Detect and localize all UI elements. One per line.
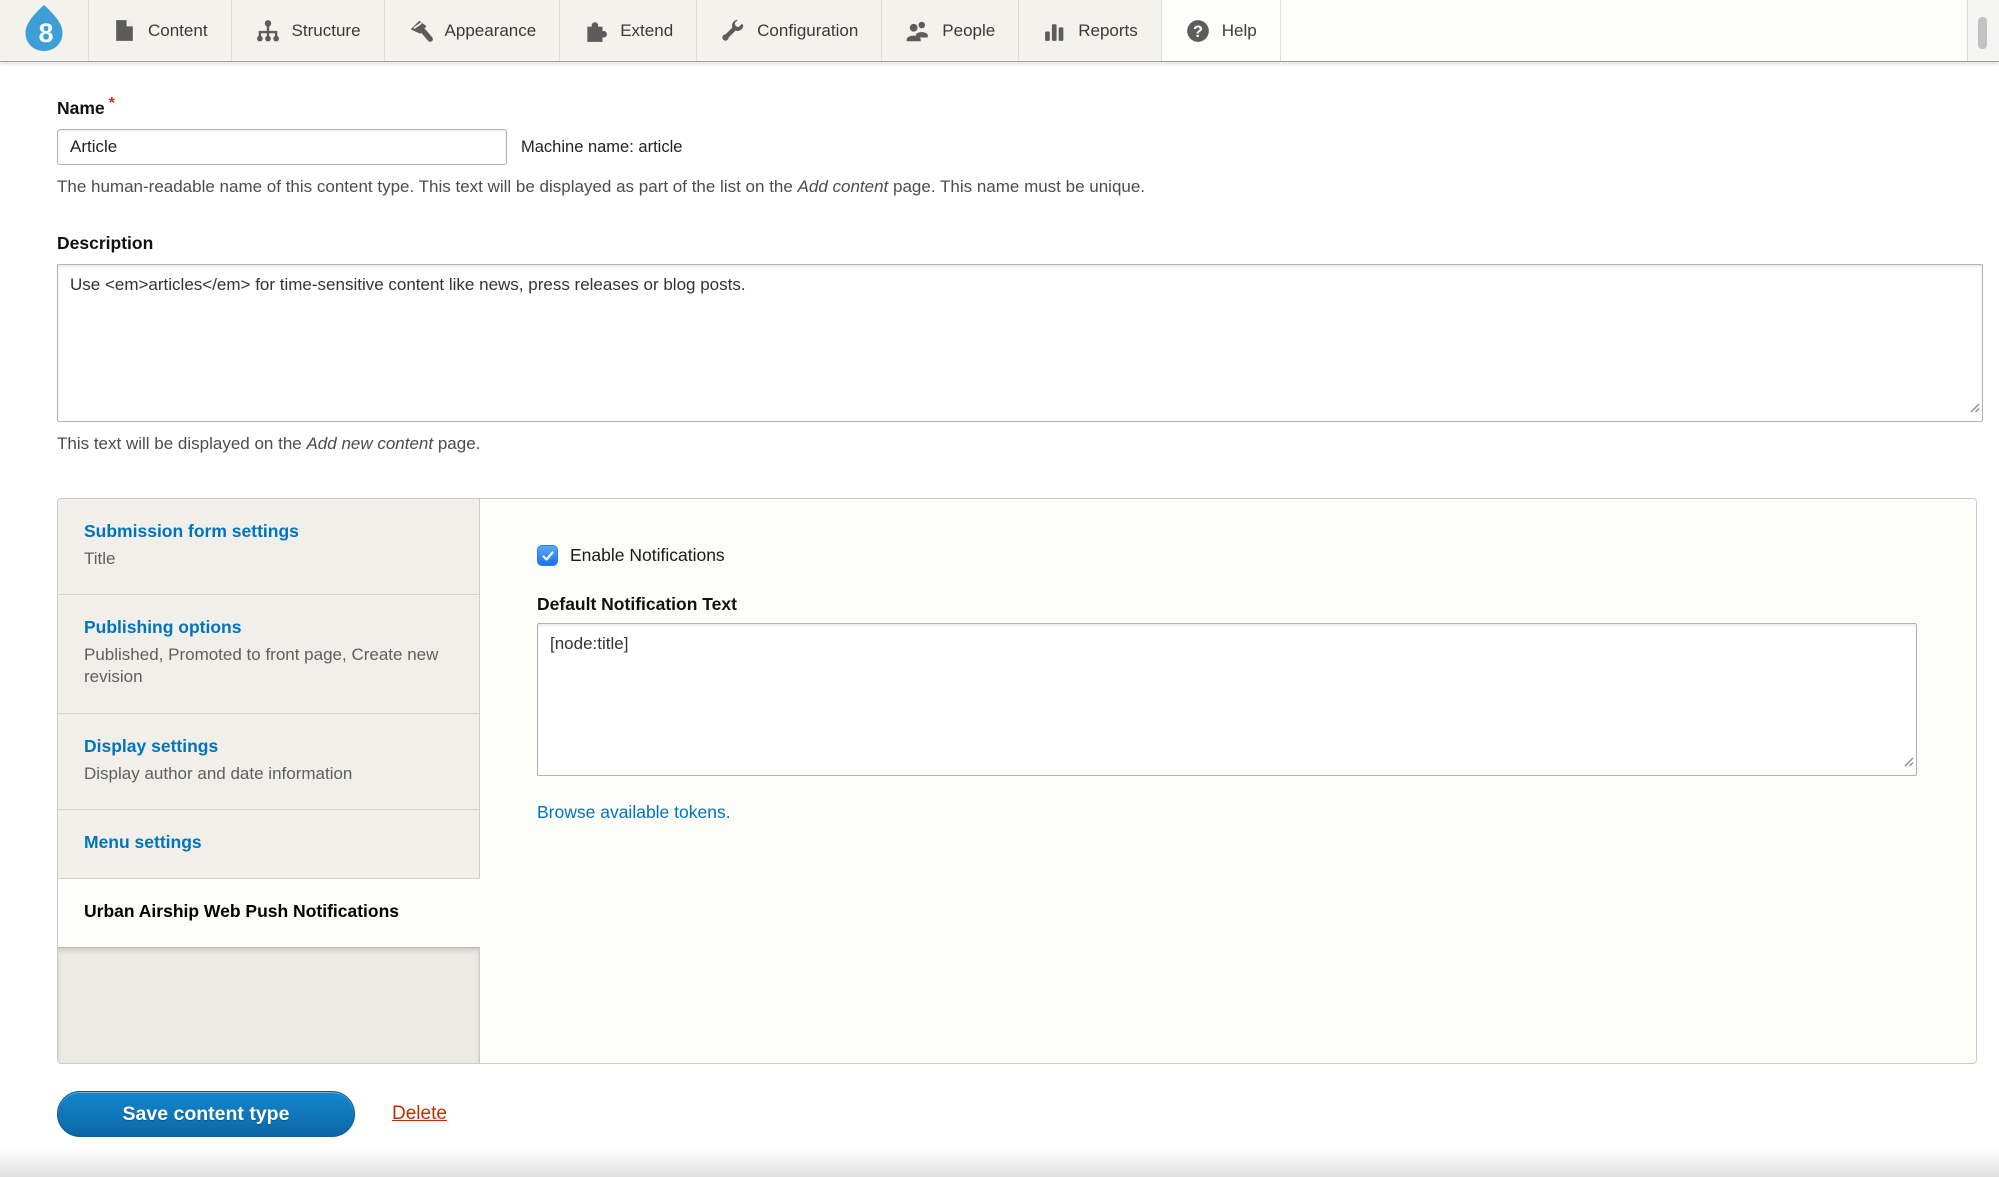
description-textarea[interactable]: Use <em>articles</em> for time-sensitive… xyxy=(57,264,1983,422)
paintbrush-icon xyxy=(408,18,434,44)
toolbar-item-configuration[interactable]: Configuration xyxy=(697,0,883,61)
machine-name-text: Machine name: article xyxy=(521,137,683,156)
tab-publishing-options[interactable]: Publishing options Published, Promoted t… xyxy=(58,594,480,713)
toolbar-item-appearance[interactable]: Appearance xyxy=(385,0,561,61)
toolbar-item-label: Structure xyxy=(291,20,361,40)
tab-urban-airship-web-push-notifications[interactable]: Urban Airship Web Push Notifications xyxy=(58,877,480,947)
toolbar-item-label: Configuration xyxy=(757,20,859,40)
enable-notifications-label: Enable Notifications xyxy=(570,545,725,565)
required-marker: * xyxy=(108,95,115,112)
name-label: Name * xyxy=(57,95,115,118)
description-label: Description xyxy=(57,233,154,253)
enable-notifications-checkbox[interactable] xyxy=(537,545,558,566)
form-actions: Save content type Delete xyxy=(57,1091,1983,1137)
svg-text:8: 8 xyxy=(38,18,53,48)
toolbar-item-people[interactable]: People xyxy=(882,0,1020,61)
puzzle-icon xyxy=(583,18,609,44)
notifications-pane: Enable Notifications Default Notificatio… xyxy=(480,499,1976,1063)
toolbar-item-extend[interactable]: Extend xyxy=(560,0,698,61)
browse-tokens-link[interactable]: Browse available tokens. xyxy=(537,802,731,823)
content-type-edit-form: Name* Machine name: article The human-re… xyxy=(0,62,1999,1137)
toolbar-scroll-area xyxy=(1967,0,1999,61)
vertical-tabs-menu: Submission form settings Title Publishin… xyxy=(58,499,480,1063)
description-help-text: This text will be displayed on the Add n… xyxy=(57,434,481,453)
sitemap-icon xyxy=(255,18,281,44)
checkmark-icon xyxy=(541,550,554,561)
tab-submission-form-settings[interactable]: Submission form settings Title xyxy=(58,499,480,595)
scrollbar-thumb[interactable] xyxy=(1978,17,1987,49)
toolbar-spacer xyxy=(1280,0,1967,61)
tab-menu-settings[interactable]: Menu settings xyxy=(58,809,480,878)
toolbar-item-label: Reports xyxy=(1078,20,1138,40)
drupal-logo[interactable]: 8 xyxy=(0,0,89,61)
people-icon xyxy=(905,18,931,44)
delete-link[interactable]: Delete xyxy=(392,1103,447,1125)
wrench-icon xyxy=(720,18,746,44)
toolbar-item-content[interactable]: Content xyxy=(89,0,232,61)
drupal-drop-icon: 8 xyxy=(22,4,66,57)
help-icon: ? xyxy=(1185,18,1211,44)
file-icon xyxy=(112,18,137,43)
bar-chart-icon xyxy=(1042,18,1067,43)
default-notification-text-label: Default Notification Text xyxy=(537,594,737,614)
save-content-type-button[interactable]: Save content type xyxy=(57,1091,355,1137)
toolbar-item-label: Appearance xyxy=(444,20,537,40)
toolbar-item-help[interactable]: ? Help xyxy=(1161,0,1281,61)
svg-text:?: ? xyxy=(1193,22,1203,40)
default-notification-textarea[interactable]: [node:title] xyxy=(537,623,1917,776)
admin-toolbar: 8 Content Structure Appearance Extend Co… xyxy=(0,0,1999,62)
toolbar-item-structure[interactable]: Structure xyxy=(232,0,385,61)
toolbar-item-label: People xyxy=(942,20,996,40)
tab-display-settings[interactable]: Display settings Display author and date… xyxy=(58,712,480,809)
page: 8 Content Structure Appearance Extend Co… xyxy=(0,0,1999,1177)
name-input[interactable] xyxy=(57,129,507,165)
toolbar-item-reports[interactable]: Reports xyxy=(1019,0,1162,61)
toolbar-item-label: Extend xyxy=(620,20,674,40)
vertical-tabs-fieldset: Submission form settings Title Publishin… xyxy=(57,498,1977,1064)
toolbar-item-label: Help xyxy=(1221,20,1257,40)
name-help-text: The human-readable name of this content … xyxy=(57,177,1146,196)
toolbar-item-label: Content xyxy=(148,20,208,40)
bottom-fade xyxy=(0,1149,1999,1177)
tabs-filler xyxy=(58,946,480,1063)
